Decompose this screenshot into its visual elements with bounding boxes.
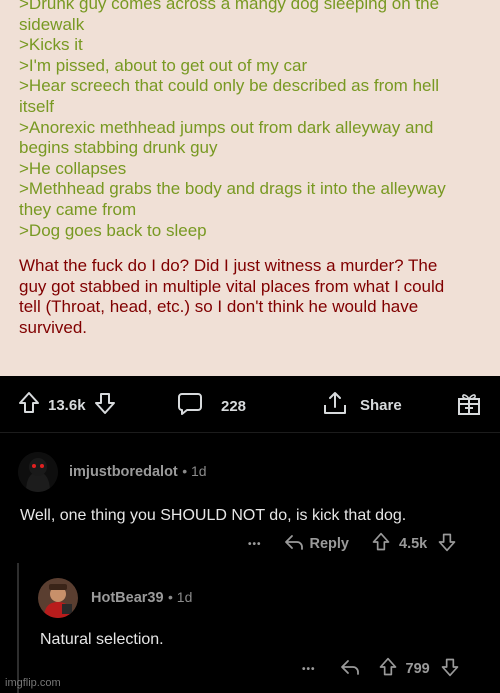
downvote-icon[interactable] <box>440 657 460 681</box>
avatar[interactable] <box>18 452 58 492</box>
greentext-line: sidewalk <box>19 14 85 34</box>
greentext-line: >Dog goes back to sleep <box>19 220 207 240</box>
body-line: What the fuck do I do? Did I just witnes… <box>19 256 438 276</box>
greentext-line: >He collapses <box>19 158 127 178</box>
greentext-line: >Anorexic methhead jumps out from dark a… <box>19 117 434 137</box>
greentext-line: >I'm pissed, about to get out of my car <box>19 55 308 75</box>
vote-count: 799 <box>405 661 430 677</box>
share-button[interactable]: Share <box>322 390 402 420</box>
vote-count: 4.5k <box>399 536 428 552</box>
reply-icon[interactable] <box>340 658 360 680</box>
greentext-block: >Drunk guy comes across a mangy dog slee… <box>19 0 486 241</box>
comment-meta-row: ••• 799 <box>302 657 460 681</box>
greentext-line: >Drunk guy comes across a mangy dog slee… <box>19 0 440 13</box>
greentext-line: they came from <box>19 199 137 219</box>
comment-text: Natural selection. <box>40 631 164 648</box>
comment-author[interactable]: imjustboredalot <box>69 464 178 480</box>
greentext-line: >Methhead grabs the body and drags it in… <box>19 179 446 199</box>
downvote-icon[interactable] <box>94 391 116 419</box>
upvote-icon[interactable] <box>18 391 40 419</box>
post-card: >Drunk guy comes across a mangy dog slee… <box>0 0 500 376</box>
post-action-bar: 13.6k 228 Share <box>0 376 500 432</box>
share-label: Share <box>360 396 402 414</box>
thread-line[interactable] <box>17 563 19 693</box>
comment-text: Well, one thing you SHOULD NOT do, is ki… <box>20 507 407 524</box>
more-options-icon[interactable]: ••• <box>302 664 316 675</box>
comment-header: imjustboredalot • 1d <box>69 463 207 481</box>
reply-label: Reply <box>309 536 350 552</box>
avatar[interactable] <box>38 578 78 618</box>
award-button[interactable] <box>456 390 482 420</box>
greentext-line: begins stabbing drunk guy <box>19 138 218 158</box>
comment-time: 1d <box>176 589 193 605</box>
comment-author[interactable]: HotBear39 <box>91 590 164 606</box>
upvote-icon[interactable] <box>371 532 391 556</box>
downvote-icon[interactable] <box>437 532 457 556</box>
post-body: What the fuck do I do? Did I just witnes… <box>19 256 486 338</box>
more-options-icon[interactable]: ••• <box>248 539 262 550</box>
comment-bubble-icon <box>177 391 203 421</box>
upvote-icon[interactable] <box>378 657 398 681</box>
greentext-line: itself <box>19 96 54 116</box>
section-divider <box>0 432 500 433</box>
reply-button[interactable]: Reply <box>284 533 350 555</box>
comments-button[interactable]: 228 <box>177 391 246 421</box>
share-icon <box>322 390 348 420</box>
watermark: imgflip.com <box>5 677 61 689</box>
body-line: guy got stabbed in multiple vital places… <box>19 276 445 296</box>
body-line: survived. <box>19 317 88 337</box>
greentext-line: >Hear screech that could only be describ… <box>19 76 440 96</box>
upvote-count: 13.6k <box>48 396 86 414</box>
comment-header: HotBear39 • 1d <box>91 589 192 607</box>
body-line: tell (Throat, head, etc.) so I don't thi… <box>19 297 419 317</box>
comment-count: 228 <box>221 397 247 415</box>
separator-dot: • <box>167 589 177 605</box>
reply-icon <box>284 533 304 555</box>
comment-time: 1d <box>191 463 207 479</box>
gift-icon <box>456 390 482 420</box>
vote-group: 13.6k <box>18 391 116 419</box>
comment-meta-row: ••• Reply 4.5k <box>248 532 457 556</box>
greentext-line: >Kicks it <box>19 35 83 55</box>
separator-dot: • <box>182 463 192 479</box>
